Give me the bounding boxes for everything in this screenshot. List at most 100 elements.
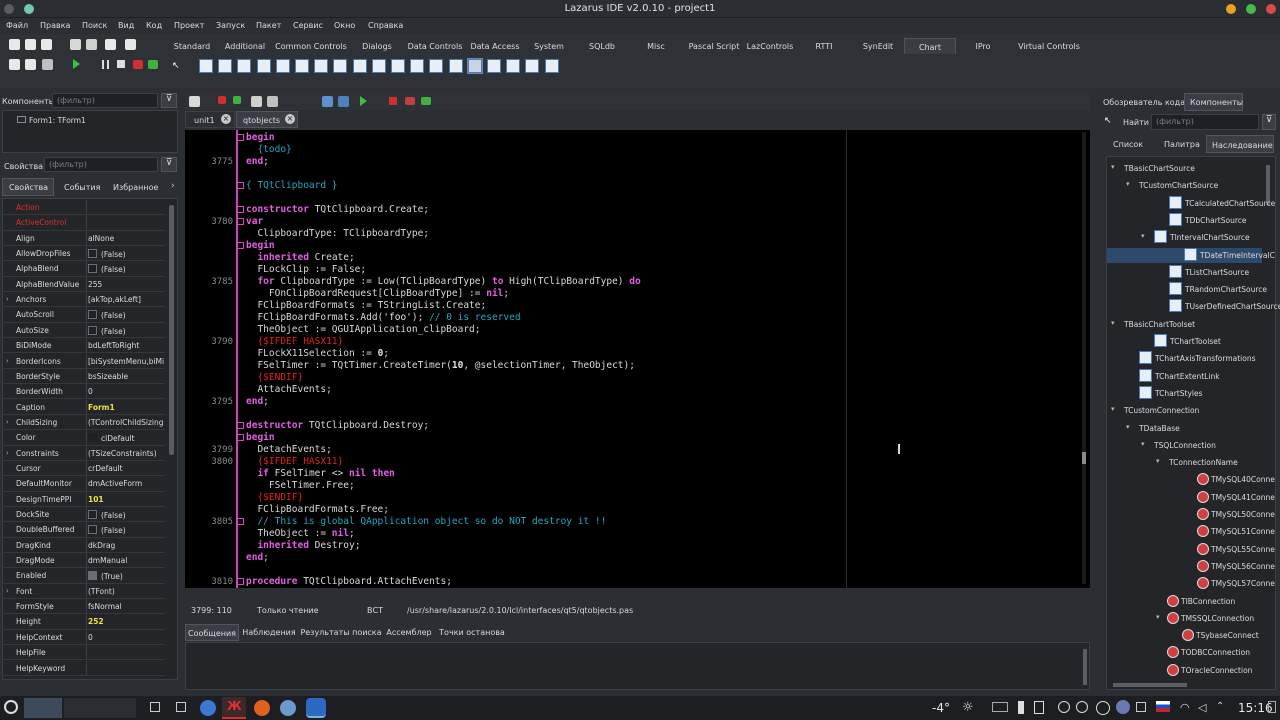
new-icon[interactable] [189,96,200,107]
property-value[interactable]: (True) [88,571,166,581]
expand-icon[interactable]: › [6,449,9,457]
fold-marker-icon[interactable] [237,422,244,429]
chart-component-icon[interactable] [352,59,367,73]
build-icon[interactable] [338,96,349,107]
tree-item[interactable]: TChartExtentLink [1155,372,1220,381]
tree-item[interactable]: TIBConnection [1181,597,1235,606]
property-row[interactable]: DefaultMonitor dmActiveForm [2,476,165,492]
stop-icon[interactable] [389,97,397,105]
checkbox[interactable] [88,325,97,335]
tree-item[interactable]: TMySQL50Conne [1211,510,1275,519]
fold-marker-icon[interactable] [237,182,244,189]
messages-tab[interactable]: Результаты поиска [300,624,382,641]
property-value[interactable]: [biSystemMenu,biMi [88,357,166,366]
components-search[interactable]: (фильтр) [1151,114,1259,130]
palette-tab[interactable]: Pascal Script [682,38,746,54]
property-row[interactable]: › BorderIcons [biSystemMenu,biMi [2,353,166,369]
tree-item[interactable]: TMySQL55Conne [1211,545,1275,554]
fold-marker-icon[interactable] [237,518,244,525]
fold-marker-icon[interactable] [237,206,244,213]
property-value[interactable]: (False) [88,310,166,320]
tree-item[interactable]: TListChartSource [1185,268,1249,277]
expand-icon[interactable]: › [6,295,9,303]
clipboard-icon[interactable] [1018,701,1024,714]
chart-component-icon[interactable] [333,59,348,73]
step-into-icon[interactable] [133,60,143,69]
stop-icon[interactable] [117,60,125,68]
tree-item[interactable]: TUserDefinedChartSource [1185,302,1280,311]
filter-icon[interactable]: ⊽ [161,93,177,108]
close-icon[interactable]: × [285,114,295,124]
palette-tab[interactable]: Chart [904,38,956,54]
new-form-icon[interactable] [25,39,36,50]
file-manager-icon[interactable] [176,702,186,712]
checkbox[interactable] [88,264,97,274]
tree-item[interactable]: TMSSQLConnection [1181,614,1254,623]
chart-component-icon[interactable] [506,59,521,73]
collapse-arrow-icon[interactable]: ▾ [1141,440,1145,448]
firefox-icon[interactable] [254,700,270,716]
palette-tab[interactable]: Additional [220,38,270,54]
chart-component-icon[interactable] [295,59,309,73]
property-value[interactable]: 101 [88,495,166,504]
options-icon[interactable] [42,59,53,70]
collapse-arrow-icon[interactable]: ▾ [1156,613,1160,621]
new-project-icon[interactable] [25,59,36,70]
messages-tab[interactable]: Сообщения [185,624,239,641]
tree-item[interactable]: TCustomConnection [1124,406,1199,415]
property-value[interactable]: (False) [88,525,166,535]
tree-item[interactable]: TMySQL51Conne [1211,527,1275,536]
messages-tab[interactable]: Ассемблер [384,624,434,641]
collapse-arrow-icon[interactable]: ▾ [1141,232,1145,240]
menu-item[interactable]: Проект [174,21,204,30]
property-row[interactable]: AlphaBlendValue 255 [2,276,165,293]
tree-item-form1[interactable]: Form1: TForm1 [29,116,86,125]
step-over-icon[interactable] [421,97,431,105]
property-row[interactable]: DragMode dmManual [2,553,165,569]
property-value[interactable]: bsSizeable [88,372,166,381]
network-icon[interactable]: ◠ [1180,701,1190,714]
chevron-right-icon[interactable]: › [171,181,175,191]
collapse-arrow-icon[interactable]: ▾ [1126,180,1130,188]
property-row[interactable]: ActiveControl [2,215,165,231]
chart-component-icon[interactable] [429,59,444,73]
property-row[interactable]: › Constraints (TSizeConstraints) [2,445,165,461]
tree-item[interactable]: TODBCConnection [1181,648,1250,657]
components-filter[interactable]: (фильтр) [52,93,158,108]
properties-filter[interactable]: (фильтр) [44,157,158,172]
check-icon[interactable] [1096,701,1110,715]
close-icon[interactable]: × [221,114,231,124]
checkbox[interactable] [88,571,97,581]
expand-icon[interactable]: › [6,357,9,365]
chart-component-icon[interactable] [199,59,213,73]
chart-component-icon[interactable] [391,59,405,73]
collapse-arrow-icon[interactable]: ▾ [1111,405,1115,413]
pause-media-icon[interactable] [1058,701,1070,713]
palette-tab[interactable]: Virtual Controls [1008,38,1090,54]
minimize-button[interactable] [1226,4,1236,14]
menu-item[interactable]: Окно [334,21,355,30]
palette-tab[interactable]: Dialogs [356,38,398,54]
tree-item[interactable]: TConnectionName [1169,458,1238,467]
property-row[interactable]: AllowDropFiles (False) [2,246,166,262]
property-row[interactable]: AutoSize (False) [2,322,165,339]
chart-component-icon[interactable] [448,59,463,73]
maximize-button[interactable] [1246,4,1256,14]
chart-component-icon[interactable] [487,59,501,73]
property-value[interactable]: (False) [88,249,166,259]
tree-item[interactable]: TChartToolset [1170,337,1221,346]
collapse-arrow-icon[interactable]: ▾ [1156,457,1160,465]
property-row[interactable]: BiDiMode bdLeftToRight [2,338,165,354]
chart-component-icon[interactable] [256,59,271,73]
record-icon[interactable] [1076,701,1088,713]
property-value[interactable]: (False) [88,510,166,520]
terminal-icon[interactable]: Ж [222,697,246,719]
show-desktop-icon[interactable] [150,702,160,712]
expand-icon[interactable]: › [6,587,9,595]
save-icon[interactable] [251,96,262,107]
toggle-form-icon[interactable] [105,39,116,50]
collapse-arrow-icon[interactable]: ▾ [1126,423,1130,431]
chart-component-icon[interactable] [466,58,483,74]
tab-events[interactable]: События [64,183,100,192]
checkbox[interactable] [88,510,97,519]
